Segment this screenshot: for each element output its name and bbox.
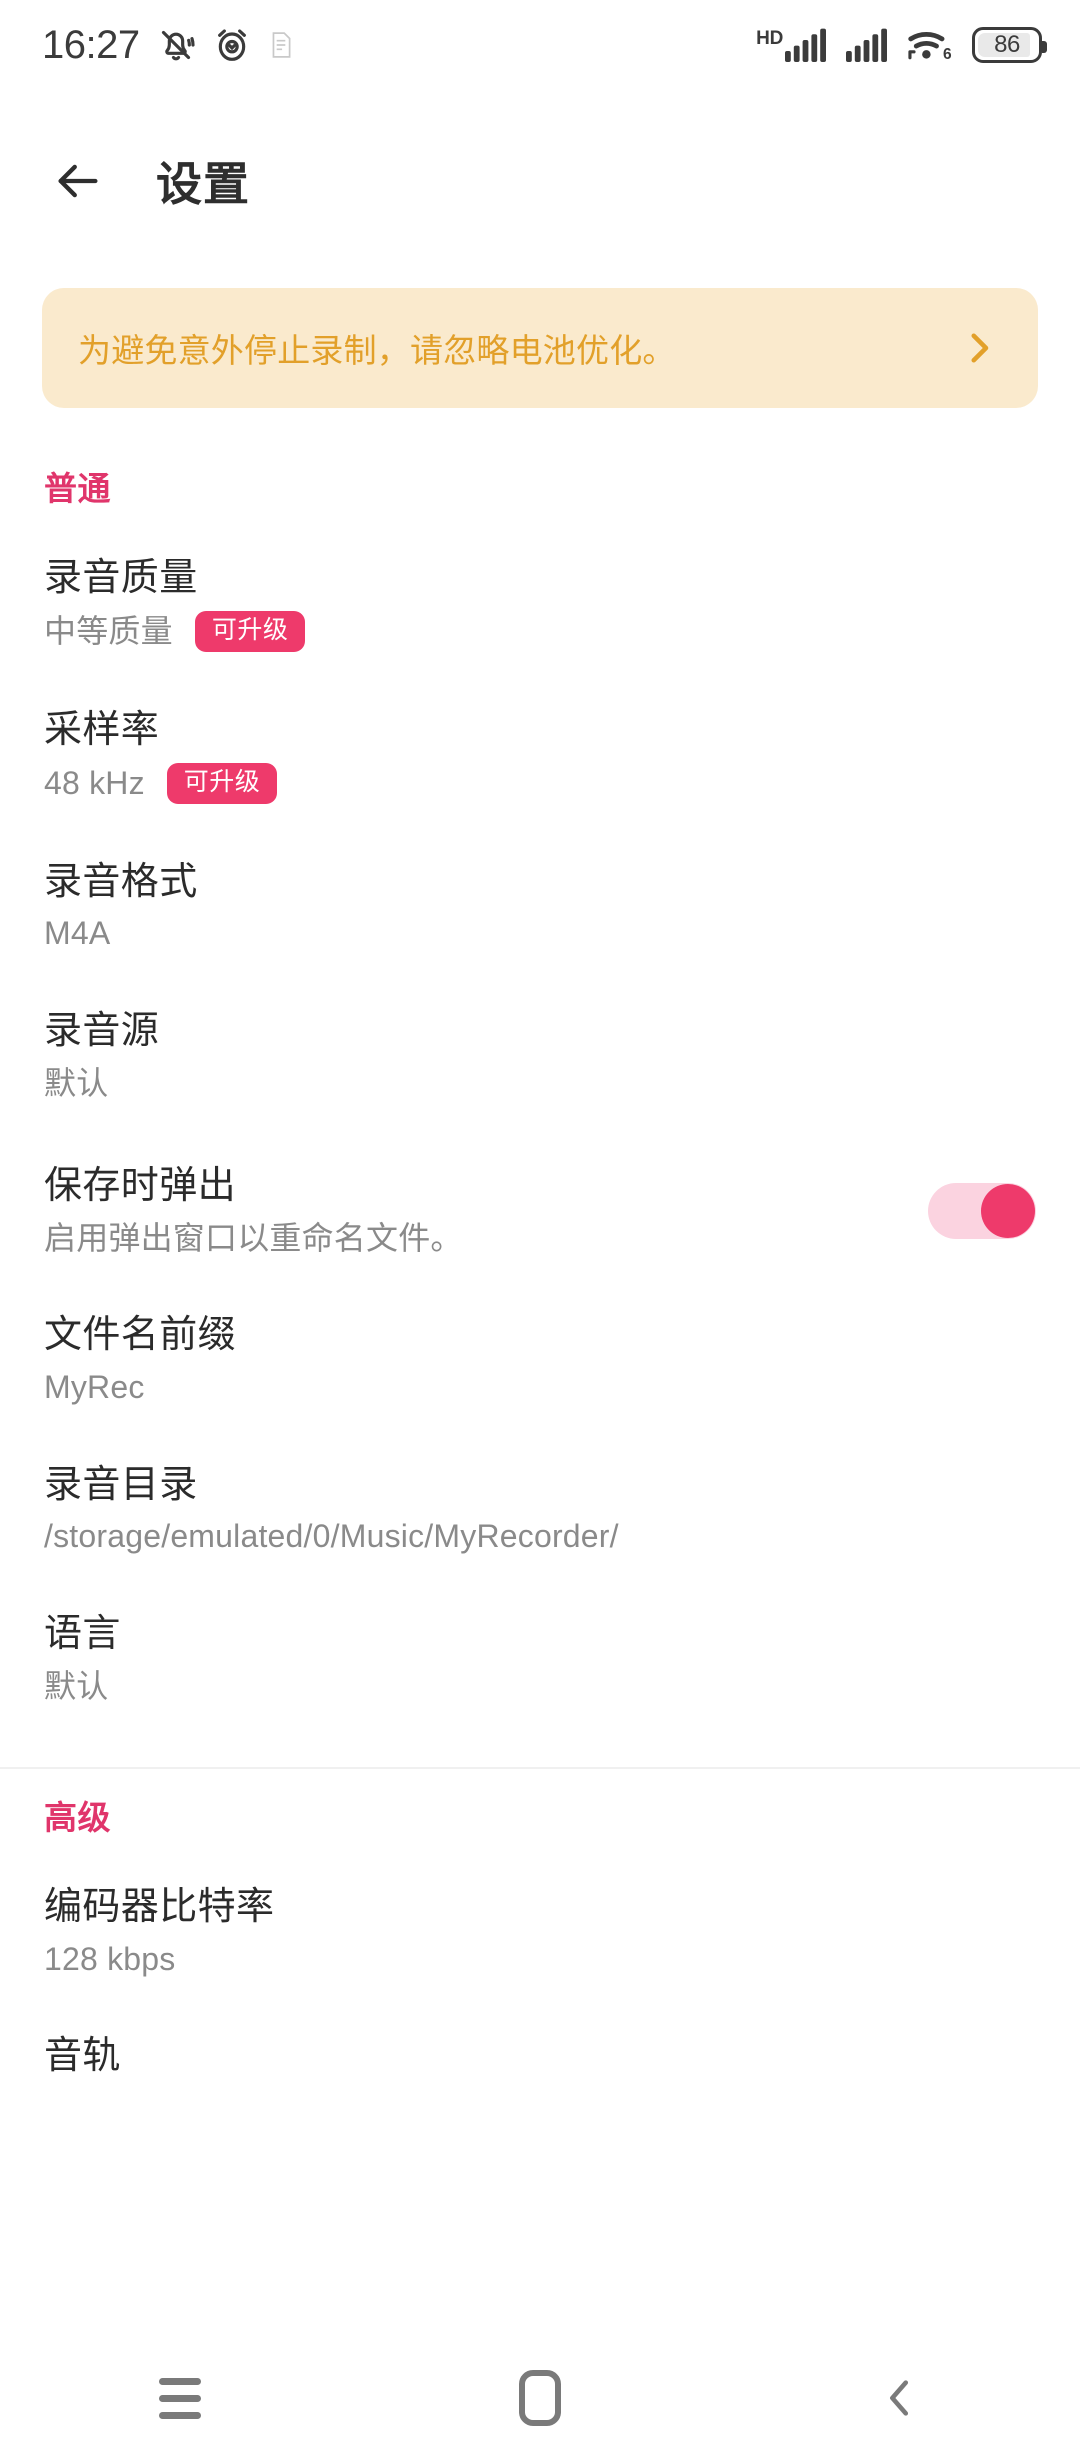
row-subline: M4A <box>44 914 1036 952</box>
row-texts: 录音质量 中等质量 可升级 <box>44 556 1036 652</box>
status-bar-left: 16:27 <box>42 23 294 68</box>
setting-row-popup-on-save[interactable]: 保存时弹出 启用弹出窗口以重命名文件。 <box>0 1164 1080 1257</box>
setting-title: 录音源 <box>44 1009 160 1052</box>
app-bar: 设置 <box>0 126 1080 236</box>
recents-menu-icon <box>159 2377 201 2419</box>
row-texts: 文件名前缀 MyRec <box>44 1313 1036 1406</box>
row-subline: /storage/emulated/0/Music/MyRecorder/ <box>44 1517 1036 1555</box>
setting-value: MyRec <box>44 1369 145 1406</box>
row-texts: 录音目录 /storage/emulated/0/Music/MyRecorde… <box>44 1463 1036 1556</box>
setting-row-recording-format[interactable]: 录音格式 M4A <box>0 860 1080 953</box>
row-subline: 48 kHz 可升级 <box>44 762 1036 804</box>
row-texts: 语言 默认 <box>44 1612 1036 1705</box>
row-subline: 默认 <box>44 1064 1036 1102</box>
battery-optimization-banner[interactable]: 为避免意外停止录制，请忽略电池优化。 <box>42 288 1038 408</box>
status-bar-right: HD 6 86 <box>756 27 1047 63</box>
setting-title: 编码器比特率 <box>44 1885 275 1928</box>
hd-label: HD <box>756 28 783 49</box>
setting-title: 保存时弹出 <box>44 1165 237 1208</box>
chevron-right-icon <box>958 327 1000 369</box>
setting-title: 采样率 <box>44 708 160 751</box>
wifi-icon: 6 <box>907 28 955 62</box>
toggle-thumb <box>981 1183 1035 1238</box>
hd-signal-group: HD <box>756 28 829 62</box>
setting-row-language[interactable]: 语言 默认 <box>0 1612 1080 1705</box>
page-title: 设置 <box>156 158 250 210</box>
setting-title: 文件名前缀 <box>44 1314 237 1357</box>
section-header-advanced: 高级 <box>44 1798 111 1836</box>
setting-value: /storage/emulated/0/Music/MyRecorder/ <box>44 1518 619 1555</box>
unknown-small-icon <box>268 31 294 59</box>
setting-row-recording-directory[interactable]: 录音目录 /storage/emulated/0/Music/MyRecorde… <box>0 1463 1080 1556</box>
home-button[interactable] <box>465 2348 615 2448</box>
cellular-signal-icon <box>846 28 890 62</box>
row-subline: MyRec <box>44 1368 1036 1406</box>
bell-muted-icon <box>156 25 196 65</box>
battery-indicator: 86 <box>972 27 1047 63</box>
setting-row-recording-quality[interactable]: 录音质量 中等质量 可升级 <box>0 556 1080 652</box>
battery-level-label: 86 <box>994 31 1020 58</box>
setting-row-sample-rate[interactable]: 采样率 48 kHz 可升级 <box>0 708 1080 804</box>
back-button[interactable] <box>42 145 114 217</box>
row-subline: 中等质量 可升级 <box>44 610 1036 652</box>
upgradable-badge[interactable]: 可升级 <box>194 610 306 652</box>
alarm-clock-icon <box>212 25 252 65</box>
setting-value: 中等质量 <box>44 613 173 650</box>
setting-value: 48 kHz <box>44 764 145 801</box>
setting-value: 128 kbps <box>44 1940 176 1977</box>
settings-list: 普通 录音质量 中等质量 可升级 采样率 48 kHz 可升级 录音格式 M4A… <box>0 440 1080 2079</box>
setting-value: 默认 <box>44 1667 109 1704</box>
row-texts: 编码器比特率 128 kbps <box>44 1885 1036 1978</box>
back-chevron-icon <box>877 2375 923 2421</box>
row-texts: 录音源 默认 <box>44 1009 1036 1102</box>
cellular-signal-icon <box>785 28 829 62</box>
setting-description: 启用弹出窗口以重命名文件。 <box>44 1219 463 1256</box>
row-texts: 录音格式 M4A <box>44 860 1036 953</box>
setting-title: 录音目录 <box>44 1463 198 1506</box>
recents-button[interactable] <box>105 2348 255 2448</box>
home-square-icon <box>519 2370 561 2426</box>
row-subline: 128 kbps <box>44 1940 1036 1978</box>
phone-screen: 16:27 HD 6 86 设置 为避免意外停止录制，请忽略电池优化。 普通 录… <box>0 0 1080 2460</box>
svg-text:6: 6 <box>943 46 952 62</box>
row-texts: 音轨 <box>44 2034 1036 2079</box>
setting-title: 录音质量 <box>44 557 198 599</box>
setting-title: 音轨 <box>44 2035 121 2078</box>
row-texts: 采样率 48 kHz 可升级 <box>44 708 1036 804</box>
setting-row-filename-prefix[interactable]: 文件名前缀 MyRec <box>0 1313 1080 1406</box>
row-subline: 默认 <box>44 1667 1036 1705</box>
status-bar: 16:27 HD 6 86 <box>0 0 1080 90</box>
setting-row-encoder-bitrate[interactable]: 编码器比特率 128 kbps <box>0 1885 1080 1978</box>
row-texts: 保存时弹出 启用弹出窗口以重命名文件。 <box>44 1164 904 1257</box>
setting-title: 语言 <box>44 1612 121 1655</box>
setting-row-audio-track[interactable]: 音轨 <box>0 2034 1080 2079</box>
setting-value: M4A <box>44 915 111 952</box>
popup-on-save-toggle[interactable] <box>928 1182 1036 1239</box>
setting-value: 默认 <box>44 1064 109 1101</box>
setting-row-audio-source[interactable]: 录音源 默认 <box>0 1009 1080 1102</box>
upgradable-badge[interactable]: 可升级 <box>166 762 278 804</box>
status-clock: 16:27 <box>42 22 140 67</box>
android-navigation-bar <box>0 2336 1080 2460</box>
banner-text: 为避免意外停止录制，请忽略电池优化。 <box>78 332 676 369</box>
nav-back-button[interactable] <box>825 2348 975 2448</box>
arrow-left-icon <box>52 155 104 207</box>
section-header-general: 普通 <box>44 470 111 507</box>
setting-title: 录音格式 <box>44 860 198 903</box>
row-subline: 启用弹出窗口以重命名文件。 <box>44 1219 904 1257</box>
